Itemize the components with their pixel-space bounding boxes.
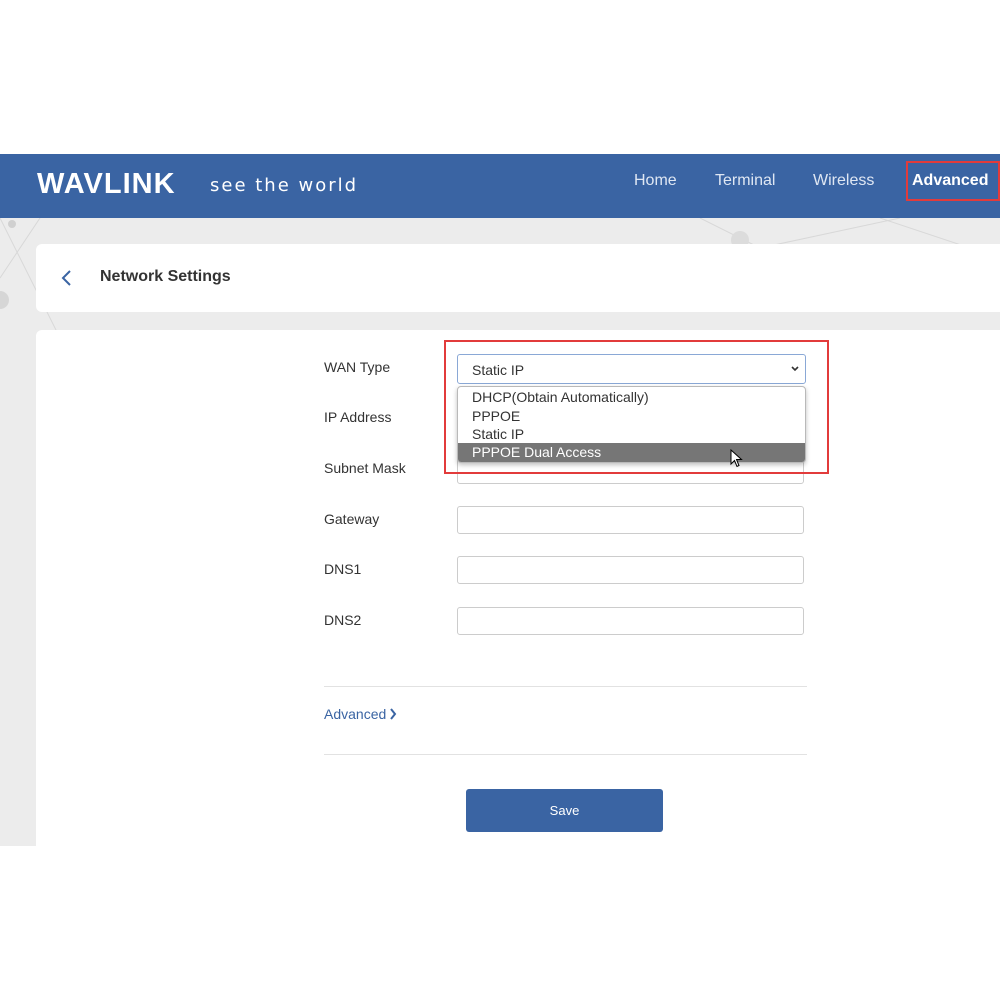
ip-address-label: IP Address [324, 409, 392, 425]
router-admin-screenshot: WAVLINK see the world Home Terminal Wire… [0, 154, 1000, 846]
dns2-input[interactable] [457, 607, 804, 635]
chevron-right-icon [390, 708, 397, 720]
logo-tagline: see the world [210, 175, 359, 196]
section-divider-bottom [324, 754, 807, 755]
save-button[interactable]: Save [466, 789, 663, 832]
wan-type-selected-value: Static IP [472, 362, 525, 378]
chevron-down-icon [791, 366, 799, 372]
nav-advanced[interactable]: Advanced [906, 161, 1000, 201]
nav-home[interactable]: Home [634, 172, 677, 190]
section-divider [324, 686, 807, 687]
subnet-mask-label: Subnet Mask [324, 460, 406, 476]
wan-type-dropdown-list: DHCP(Obtain Automatically) PPPOE Static … [457, 386, 806, 463]
nav-wireless[interactable]: Wireless [813, 172, 874, 190]
advanced-settings-link[interactable]: Advanced [324, 706, 397, 722]
top-navigation-bar: WAVLINK see the world Home Terminal Wire… [0, 154, 1000, 218]
mouse-cursor-icon [730, 449, 743, 468]
wan-option-static-ip[interactable]: Static IP [458, 425, 805, 444]
page-title: Network Settings [100, 268, 231, 285]
wan-type-select[interactable]: Static IP [457, 354, 806, 384]
wavlink-logo: WAVLINK [37, 168, 176, 200]
wan-type-label: WAN Type [324, 359, 391, 375]
nav-terminal[interactable]: Terminal [715, 172, 775, 190]
wan-option-dhcp[interactable]: DHCP(Obtain Automatically) [458, 388, 805, 407]
network-settings-form: WAN Type Static IP IP Address Subnet Mas… [36, 330, 1000, 846]
gateway-label: Gateway [324, 511, 380, 527]
dns2-label: DNS2 [324, 612, 362, 628]
chevron-left-icon[interactable] [60, 268, 74, 288]
advanced-link-label: Advanced [324, 706, 387, 722]
dns1-input[interactable] [457, 556, 804, 584]
wan-option-pppoe[interactable]: PPPOE [458, 407, 805, 426]
wan-option-pppoe-dual-access[interactable]: PPPOE Dual Access [458, 443, 805, 462]
gateway-input[interactable] [457, 506, 804, 534]
dns1-label: DNS1 [324, 561, 362, 577]
page-title-bar: Network Settings [36, 244, 1000, 312]
